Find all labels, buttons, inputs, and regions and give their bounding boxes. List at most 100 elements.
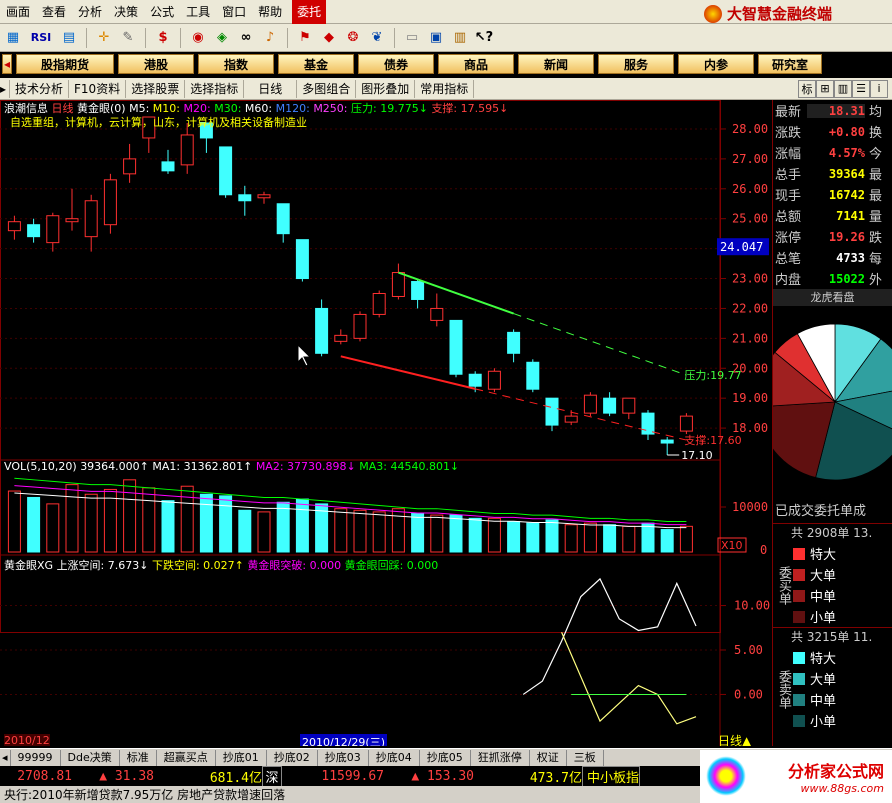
price-tick: 25.00 xyxy=(732,212,768,226)
nav-item[interactable]: 指数 xyxy=(198,54,274,74)
layers-icon[interactable]: ◈ xyxy=(211,27,233,49)
volume-bar xyxy=(679,525,693,553)
sub-item[interactable]: 日线 xyxy=(244,79,298,98)
order-item: 中单 xyxy=(791,585,836,606)
menu-item[interactable]: 帮助 xyxy=(252,0,288,24)
vol-value: 39364.000↑ xyxy=(80,460,149,473)
current-price: 24.047 xyxy=(720,240,763,254)
candle-body xyxy=(238,194,252,202)
sub-left-icon[interactable]: ▸ xyxy=(0,79,10,98)
sub-item[interactable]: 图形叠加 xyxy=(356,79,416,98)
binoculars-icon[interactable]: ∞ xyxy=(235,27,257,49)
grid-icon[interactable]: ▦ xyxy=(2,27,24,49)
table-icon[interactable]: ▤ xyxy=(58,27,80,49)
period-toggle[interactable]: 日线▲ xyxy=(718,732,751,746)
diamond-icon[interactable]: ◆ xyxy=(318,27,340,49)
bell-icon[interactable]: ♪ xyxy=(259,27,281,49)
swirl-icon[interactable]: ❂ xyxy=(342,27,364,49)
buy-block: 共 2908单 13. 委买单 特大 大单 中单 小单 xyxy=(773,523,892,627)
nav-item[interactable]: 内参 xyxy=(678,54,754,74)
bottom-tab[interactable]: 99999 xyxy=(11,749,61,766)
menu-item-trade[interactable]: 委托 xyxy=(292,0,327,24)
leaf-icon[interactable]: ❦ xyxy=(366,27,388,49)
color-swatch xyxy=(793,589,805,602)
bottom-tab[interactable]: 权证 xyxy=(530,749,567,766)
menu-item[interactable]: 工具 xyxy=(180,0,216,24)
vol-ma1: MA1: 31362.801↑ xyxy=(152,460,253,473)
sub-item[interactable]: 常用指标 xyxy=(415,79,475,98)
flag-icon[interactable]: ⚑ xyxy=(294,27,316,49)
quote-row: 涨幅 4.57% 今 xyxy=(773,142,892,163)
rsi-button[interactable]: RSI xyxy=(26,27,56,49)
order-item: 中单 xyxy=(791,689,836,710)
print-icon[interactable]: ▭ xyxy=(401,27,423,49)
quote-extra: 最 xyxy=(869,189,883,204)
help-arrow-icon[interactable]: ↖? xyxy=(473,27,495,49)
bottom-tab[interactable]: 狂抓涨停 xyxy=(471,749,530,766)
crosshair-icon[interactable]: ✛ xyxy=(93,27,115,49)
books-icon[interactable]: ▥ xyxy=(449,27,471,49)
nav-item[interactable]: 股指期货 xyxy=(16,54,114,74)
nav-item[interactable]: 基金 xyxy=(278,54,354,74)
candle-body xyxy=(219,146,233,196)
menu-item[interactable]: 公式 xyxy=(144,0,180,24)
menu-item[interactable]: 决策 xyxy=(108,0,144,24)
bottom-tab[interactable]: 抄底05 xyxy=(420,749,471,766)
tab-left-icon[interactable]: ◂ xyxy=(0,749,11,766)
chart-canvas[interactable]: 28.0027.0026.0025.0024.0023.0022.0021.00… xyxy=(0,100,772,746)
pie-title: 龙虎看盘 xyxy=(773,289,892,306)
bottom-tab[interactable]: Dde决策 xyxy=(61,749,120,766)
bottom-tab[interactable]: 抄底02 xyxy=(267,749,318,766)
nav-left-icon[interactable]: ◂ xyxy=(2,54,12,74)
menu-item[interactable]: 分析 xyxy=(72,0,108,24)
nav-item[interactable]: 服务 xyxy=(598,54,674,74)
sub-item[interactable]: F10资料 xyxy=(69,79,127,98)
candle-body xyxy=(391,272,405,297)
quote-extra: 换 xyxy=(869,126,883,141)
bottom-tab[interactable]: 三板 xyxy=(567,749,604,766)
volume-bar xyxy=(545,519,559,553)
dollar-icon[interactable]: $ xyxy=(152,27,174,49)
bottom-tab[interactable]: 抄底01 xyxy=(216,749,267,766)
menu-item[interactable]: 查看 xyxy=(36,0,72,24)
xg-tick: 5.00 xyxy=(734,643,763,657)
quote-panel: 最新 18.31 均涨跌 +0.80 换涨幅 4.57% 今总手 39364 最现手 16742 最… xyxy=(772,100,892,746)
quote-row: 涨跌 +0.80 换 xyxy=(773,121,892,142)
ruler-icon[interactable]: ✎ xyxy=(117,27,139,49)
kline-chart[interactable]: 28.0027.0026.0025.0024.0023.0022.0021.00… xyxy=(0,100,772,746)
board-label[interactable]: 中小板指 xyxy=(582,765,641,787)
sub-item[interactable]: 选择指标 xyxy=(185,79,245,98)
tab-quote[interactable]: 标 xyxy=(798,79,816,98)
nav-item[interactable]: 债券 xyxy=(358,54,434,74)
grid-view-icon[interactable]: ⊞ xyxy=(816,79,834,98)
bottom-tab[interactable]: 超赢买点 xyxy=(157,749,216,766)
triangle-up-icon: ▲ xyxy=(742,734,752,746)
sub-item[interactable]: 技术分析 xyxy=(10,79,70,98)
volume-bar xyxy=(487,517,501,553)
menu-item[interactable]: 画面 xyxy=(0,0,36,24)
bottom-tab[interactable]: 抄底03 xyxy=(318,749,369,766)
pressure-value: 压力: 19.775↓ xyxy=(351,102,428,115)
nav-item[interactable]: 商品 xyxy=(438,54,514,74)
vol-header: VOL(5,10,20) 39364.000↑ MA1: 31362.801↑ … xyxy=(4,460,459,473)
bottom-tab[interactable]: 抄底04 xyxy=(369,749,420,766)
nav-item[interactable]: 新闻 xyxy=(518,54,594,74)
sz-amount: 473.7亿 xyxy=(529,770,582,786)
volume-bar xyxy=(238,509,252,553)
info-icon[interactable]: i xyxy=(870,79,888,98)
chart-view-icon[interactable]: ▥ xyxy=(834,79,852,98)
quote-row: 内盘 15022 外 xyxy=(773,268,892,289)
sub-item[interactable]: 多图组合 xyxy=(297,79,357,98)
brand-name: 大智慧金融终端 xyxy=(726,5,832,23)
color-swatch xyxy=(793,672,805,685)
sub-item[interactable]: 选择股票 xyxy=(126,79,186,98)
order-item: 大单 xyxy=(791,668,836,689)
nav-item[interactable]: 研究室 xyxy=(758,54,822,74)
note-icon[interactable]: ▣ xyxy=(425,27,447,49)
nav-item[interactable]: 港股 xyxy=(118,54,194,74)
bulb-icon[interactable]: ◉ xyxy=(187,27,209,49)
menu-item[interactable]: 窗口 xyxy=(216,0,252,24)
market-nav: ◂ 股指期货 港股 指数 基金 债券 商品 新闻 服务 内参 研究室 xyxy=(0,52,892,76)
list-view-icon[interactable]: ☰ xyxy=(852,79,870,98)
bottom-tab[interactable]: 标准 xyxy=(120,749,157,766)
